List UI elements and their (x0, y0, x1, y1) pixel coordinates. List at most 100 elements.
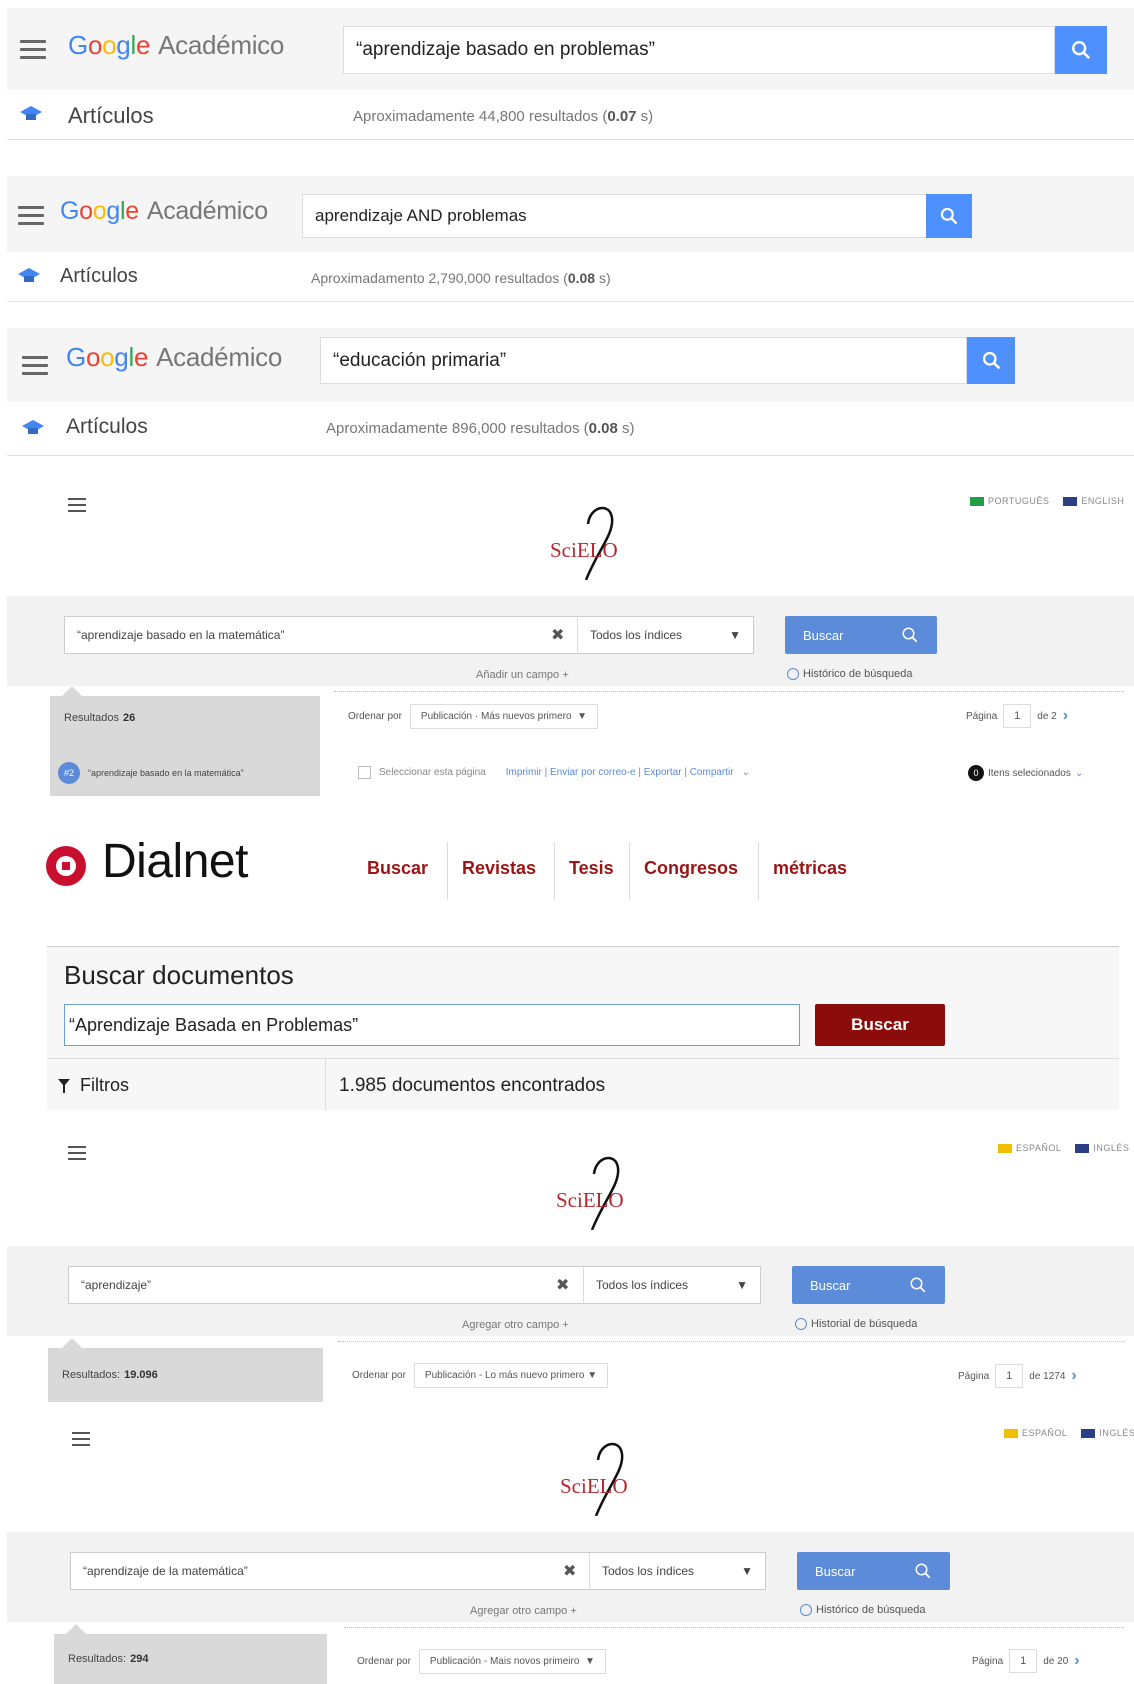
add-field-link[interactable]: Agregar otro campo + (470, 1605, 577, 1617)
clear-icon[interactable]: ✖ (551, 625, 564, 645)
search-icon (1072, 41, 1091, 60)
search-button[interactable]: Buscar (792, 1266, 945, 1304)
search-input[interactable]: “Aprendizaje Basada en Problemas” (64, 1004, 800, 1046)
chevron-down-icon: ⌄ (1074, 767, 1084, 779)
page-input[interactable]: 1 (1009, 1649, 1038, 1673)
sort-select[interactable]: Publicación - Lo más nuevo primero ▼ (413, 1363, 609, 1388)
menu-icon[interactable] (20, 40, 46, 64)
chevron-down-icon[interactable]: ⌄ (742, 767, 750, 778)
index-select[interactable]: Todos los índices ▼ (589, 1552, 766, 1590)
page-input[interactable]: 1 (1003, 704, 1032, 728)
index-select[interactable]: Todos los índices ▼ (583, 1266, 761, 1304)
menu-icon[interactable] (68, 498, 86, 516)
nav-congresos[interactable]: Congresos (644, 858, 738, 879)
language-switcher: PORTUGUÊS ENGLISH (970, 496, 1124, 507)
search-history-link[interactable]: Historial de búsqueda (795, 1318, 917, 1330)
nav-tesis[interactable]: Tesis (569, 858, 614, 879)
scholar-cap-icon (18, 268, 40, 282)
lang-spanish-link[interactable]: ESPAÑOL (998, 1143, 1061, 1154)
filters-toggle[interactable]: Filtros (58, 1075, 129, 1096)
divider (47, 1058, 1119, 1059)
scielo-logo[interactable]: SciELO (554, 1152, 664, 1232)
pagination: Página 1 de 1274 › (958, 1364, 1077, 1388)
divider (338, 1341, 1124, 1342)
results-count: Aproximadamente 896,000 resultados (0.08… (326, 420, 635, 437)
results-count: 294 (130, 1653, 149, 1665)
section-articles[interactable]: Artículos (68, 103, 154, 129)
clear-icon[interactable]: ✖ (563, 1561, 576, 1581)
next-page-icon[interactable]: › (1074, 1652, 1079, 1670)
search-history-link[interactable]: Histórico de búsqueda (800, 1604, 925, 1616)
add-field-link[interactable]: Agregar otro campo + (462, 1319, 569, 1331)
next-page-icon[interactable]: › (1063, 707, 1068, 725)
clear-icon[interactable]: ✖ (556, 1275, 569, 1295)
pointer-arrow (62, 1338, 82, 1348)
sort-control: Ordenar por Publicación - Lo más nuevo pr… (352, 1363, 609, 1388)
uk-flag-icon (1063, 497, 1078, 507)
add-field-link[interactable]: Añadir un campo + (476, 669, 569, 681)
search-button[interactable] (926, 194, 972, 238)
search-input[interactable]: “aprendizaje de la matemática” (70, 1552, 590, 1590)
nav-buscar[interactable]: Buscar (367, 858, 428, 879)
section-articles[interactable]: Artículos (66, 415, 148, 439)
nav-revistas[interactable]: Revistas (462, 858, 536, 879)
pagination: Página 1 de 2 › (966, 704, 1068, 728)
uk-flag-icon (1081, 1429, 1096, 1439)
search-history-link[interactable]: Histórico de búsqueda (787, 668, 912, 680)
page-input[interactable]: 1 (995, 1364, 1024, 1388)
scholar-logo[interactable]: Google Académico (68, 30, 284, 61)
search-input[interactable]: aprendizaje AND problemas (302, 194, 927, 238)
search-button[interactable]: Buscar (785, 616, 937, 654)
search-button[interactable]: Buscar (797, 1552, 950, 1590)
next-page-icon[interactable]: › (1071, 1367, 1076, 1385)
language-switcher: ESPAÑOL INGLÉS (998, 1143, 1129, 1154)
divider (344, 1627, 1124, 1628)
history-item[interactable]: #2 “aprendizaje basado en la matemática” (58, 762, 244, 784)
brazil-flag-icon (970, 497, 984, 507)
lang-english-link[interactable]: INGLÉS (1075, 1143, 1129, 1154)
search-input[interactable]: “aprendizaje” (68, 1266, 584, 1304)
search-icon (902, 627, 918, 643)
lang-english-link[interactable]: ENGLISH (1063, 496, 1124, 507)
index-select[interactable]: Todos los índices ▼ (577, 616, 754, 654)
export-actions[interactable]: Imprimir | Enviar por correo-e | Exporta… (506, 767, 734, 778)
sort-select[interactable]: Publicación · Más nuevos primero ▼ (409, 704, 599, 729)
results-count: 1.985 documentos encontrados (339, 1075, 606, 1096)
clock-icon (787, 668, 799, 680)
menu-icon[interactable] (18, 206, 44, 230)
select-page-checkbox[interactable] (358, 766, 371, 779)
dialnet-logo-icon (46, 846, 86, 886)
scielo-panel-3: ESPAÑOL INGLÉS SciELO “aprendizaje de la… (0, 1404, 1134, 1684)
clock-icon (800, 1604, 812, 1616)
menu-icon[interactable] (22, 356, 48, 380)
results-label: Resultados: (68, 1653, 127, 1665)
select-page-row: Seleccionar esta página Imprimir | Envia… (358, 766, 750, 779)
results-panel: Resultados: 294 (54, 1634, 327, 1684)
scielo-logo[interactable]: SciELO (558, 1438, 668, 1518)
scielo-logo[interactable]: SciELO (548, 502, 658, 582)
section-articles[interactable]: Artículos (60, 265, 138, 288)
divider (334, 691, 1124, 692)
search-icon (915, 1563, 931, 1579)
filter-icon (58, 1078, 70, 1093)
dialnet-logo[interactable]: Dialnet (102, 834, 248, 889)
scholar-logo[interactable]: Google Académico (60, 197, 268, 226)
search-input[interactable]: “educación primaria” (320, 337, 967, 384)
language-switcher: ESPAÑOL INGLÉS (1004, 1428, 1134, 1439)
lang-portuguese-link[interactable]: PORTUGUÊS (970, 496, 1049, 507)
menu-icon[interactable] (68, 1146, 86, 1164)
search-button[interactable] (1055, 26, 1107, 74)
search-button[interactable] (967, 337, 1015, 384)
logo-suffix: Académico (158, 30, 285, 60)
lang-spanish-link[interactable]: ESPAÑOL (1004, 1428, 1067, 1439)
search-button[interactable]: Buscar (815, 1004, 945, 1046)
lang-english-link[interactable]: INGLÉS (1081, 1428, 1134, 1439)
menu-icon[interactable] (72, 1432, 90, 1450)
search-input[interactable]: “aprendizaje basado en problemas” (343, 26, 1055, 74)
search-input[interactable]: “aprendizaje basado en la matemática” (64, 616, 578, 654)
results-count: 26 (123, 712, 136, 724)
nav-metricas[interactable]: métricas (773, 858, 847, 879)
scholar-logo[interactable]: Google Académico (66, 342, 282, 373)
sort-select[interactable]: Publicación - Mais novos primeiro ▼ (418, 1649, 606, 1674)
selected-items[interactable]: 0 Itens selecionados ⌄ (968, 765, 1083, 781)
